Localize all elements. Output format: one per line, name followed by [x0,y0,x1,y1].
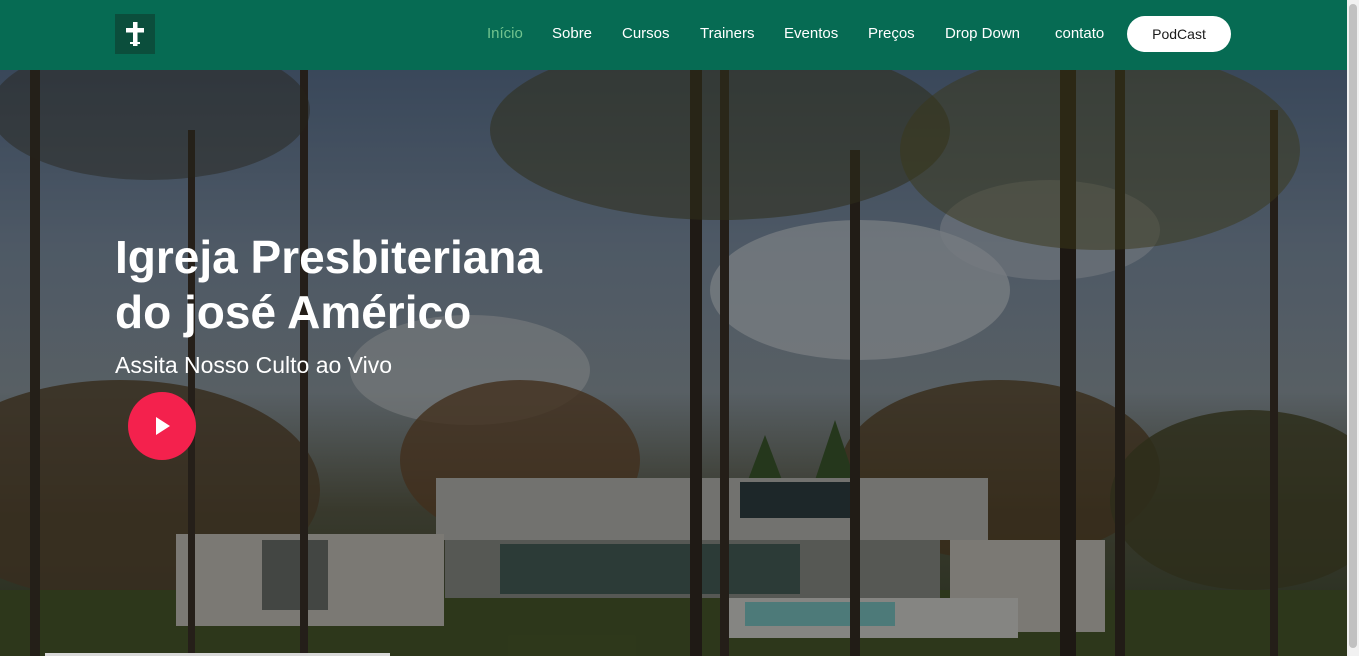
hero-subtitle: Assita Nosso Culto ao Vivo [115,352,392,378]
hero-title: Igreja Presbiteriana do josé Américo [115,230,635,340]
play-video-button[interactable] [128,392,196,460]
logo[interactable] [115,14,155,54]
nav-item-dropdown[interactable]: Drop Down [945,25,1020,43]
play-icon [156,417,170,435]
vertical-scrollbar[interactable] [1347,0,1359,656]
nav-item-inicio[interactable]: Início [487,25,523,43]
navbar: Início Sobre Cursos Trainers Eventos Pre… [0,0,1347,70]
hero-title-line1: Igreja Presbiteriana [115,231,542,283]
cross-icon [126,22,144,46]
nav-item-eventos[interactable]: Eventos [784,25,838,43]
nav-item-trainers[interactable]: Trainers [700,25,754,43]
hero-title-line2: do josé Américo [115,286,472,338]
nav-item-sobre[interactable]: Sobre [552,25,592,43]
hero-section: Igreja Presbiteriana do josé Américo Assi… [0,70,1347,656]
nav-item-contato[interactable]: contato [1055,25,1104,43]
nav-item-precos[interactable]: Preços [868,25,915,43]
scrollbar-thumb[interactable] [1349,4,1357,648]
nav-item-cursos[interactable]: Cursos [622,25,670,43]
podcast-button[interactable]: PodCast [1127,16,1231,52]
